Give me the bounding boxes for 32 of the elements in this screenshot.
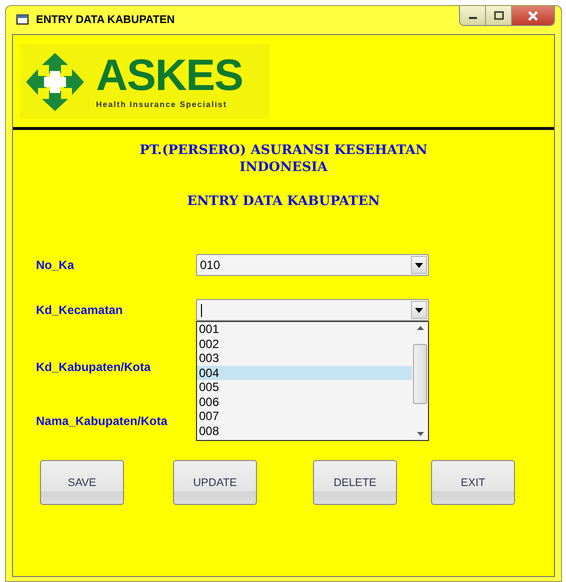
form-title: ENTRY DATA KABUPATEN: [187, 194, 380, 209]
minimize-button[interactable]: [460, 6, 486, 25]
close-icon[interactable]: [527, 10, 539, 20]
action-button[interactable]: EXIT: [431, 460, 515, 505]
dropdown-item[interactable]: 008: [197, 424, 412, 438]
company-heading: PT.(PERSERO) ASURANSI KESEHATAN INDONESIA: [138, 142, 428, 176]
action-button[interactable]: SAVE: [40, 460, 124, 505]
combo-box[interactable]: 010: [196, 254, 429, 276]
action-button[interactable]: DELETE: [313, 460, 397, 505]
window-title: ENTRY DATA KABUPATEN: [36, 14, 175, 26]
window-icon: [16, 14, 30, 26]
logo-wordmark: ASKES: [96, 54, 243, 98]
close-button[interactable]: [512, 6, 554, 25]
field-label: Kd_Kabupaten/Kota: [36, 360, 152, 374]
scroll-up-icon[interactable]: [416, 326, 424, 330]
cross-arrows-icon: [24, 50, 86, 112]
field-label: Nama_Kabupaten/Kota: [36, 414, 168, 428]
dropdown-item[interactable]: 006: [197, 394, 412, 409]
dropdown-item[interactable]: 002: [197, 336, 412, 351]
scroll-down-icon[interactable]: [416, 432, 424, 436]
action-button[interactable]: UPDATE: [173, 460, 257, 505]
dropdown-item[interactable]: 007: [197, 409, 412, 424]
maximize-button[interactable]: [486, 6, 512, 25]
dropdown-item[interactable]: 004: [197, 366, 412, 380]
scroll-thumb[interactable]: [413, 344, 427, 404]
dropdown-item[interactable]: 003: [197, 351, 412, 366]
field-label: Kd_Kecamatan: [36, 303, 124, 317]
dropdown-item[interactable]: 005: [197, 380, 412, 394]
logo-tagline: Health Insurance Specialist: [96, 100, 228, 109]
maximize-icon[interactable]: [494, 11, 504, 20]
field-label: No_Ka: [36, 258, 76, 272]
dropdown-item[interactable]: 001: [197, 322, 412, 336]
